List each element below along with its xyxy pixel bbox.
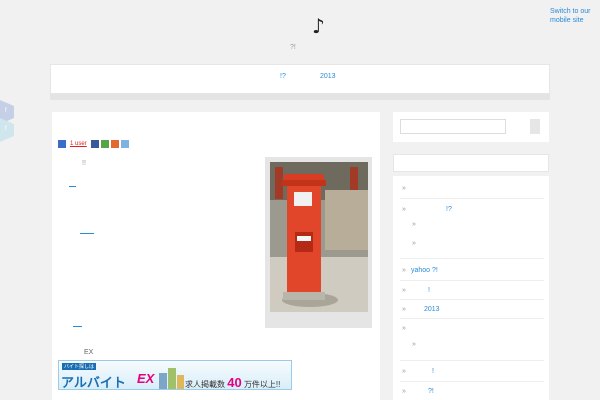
sidebar-divider	[400, 381, 544, 382]
bullet-icon: »	[402, 287, 406, 294]
search-input[interactable]	[400, 119, 506, 134]
search-button[interactable]	[530, 119, 540, 134]
sidebar-item[interactable]: ?!	[428, 388, 434, 395]
post-box-photo[interactable]	[270, 162, 368, 312]
sidebar-item[interactable]: yahoo ?!	[411, 267, 438, 274]
banner-brand-ex: EX	[137, 371, 155, 386]
sidebar-list	[393, 176, 549, 400]
side-tab-1-label: f	[5, 108, 7, 114]
post-link[interactable]	[80, 233, 94, 234]
bookmark-alt-icon[interactable]	[120, 140, 129, 148]
sidebar-item[interactable]: !	[432, 368, 434, 375]
bullet-icon: »	[402, 267, 406, 274]
bullet-icon: »	[402, 206, 406, 213]
sidebar-divider	[400, 318, 544, 319]
bullet-icon: »	[412, 221, 416, 228]
post-text: !!	[82, 160, 86, 167]
nav-item-1[interactable]: !?	[280, 73, 286, 80]
mobile-site-link[interactable]: Switch to our mobile site	[550, 7, 600, 25]
bullet-icon: »	[412, 341, 416, 348]
site-description: ?!	[290, 44, 296, 51]
facebook-icon[interactable]	[90, 140, 99, 148]
share-buttons: 1 user	[58, 140, 129, 148]
banner-brand: アルバイト	[61, 376, 126, 390]
post-link[interactable]	[73, 326, 82, 327]
banner-tagline: 求人掲載数 40 万件以上!!	[185, 375, 281, 390]
bullet-icon: »	[402, 185, 406, 192]
sidebar-divider	[400, 280, 544, 281]
nav-menu	[50, 64, 550, 94]
bullet-icon: »	[402, 325, 406, 332]
post-link[interactable]	[69, 186, 76, 187]
nav-divider	[50, 94, 550, 100]
sidebar-item[interactable]: !	[428, 287, 430, 294]
post-box-image	[270, 162, 368, 312]
share-alt-icon[interactable]	[110, 140, 119, 148]
nav-item-2[interactable]: 2013	[320, 73, 336, 80]
banner-tagline-num: 40	[227, 375, 242, 390]
banner-tagline-a: 求人掲載数	[185, 380, 225, 389]
sidebar-divider	[400, 360, 544, 361]
bookmark-users-count[interactable]: 1 user	[70, 141, 87, 147]
sidebar-heading	[393, 154, 549, 172]
site-title[interactable]: ♪	[312, 14, 325, 38]
sidebar-divider	[400, 198, 544, 199]
bullet-icon: »	[402, 388, 406, 395]
bookmark-icon[interactable]	[58, 140, 66, 148]
sidebar-divider	[400, 299, 544, 300]
side-tab-2[interactable]: f	[0, 118, 14, 142]
sidebar-divider	[400, 258, 544, 259]
post-text-ex: EX	[84, 349, 94, 356]
bullet-icon: »	[412, 240, 416, 247]
sidebar-item[interactable]: !?	[446, 206, 452, 213]
bullet-icon: »	[402, 306, 406, 313]
sidebar-item[interactable]: 2013	[424, 306, 440, 313]
bullet-icon: »	[402, 368, 406, 375]
banner-tagline-b: 万件以上!!	[243, 380, 281, 389]
banner-top-label: バイト探しは	[62, 363, 97, 370]
side-tab-2-label: f	[5, 126, 7, 132]
ad-banner[interactable]: バイト探しは アルバイト EX 求人掲載数 40 万件以上!!	[58, 360, 292, 390]
share-icon[interactable]	[100, 140, 109, 148]
